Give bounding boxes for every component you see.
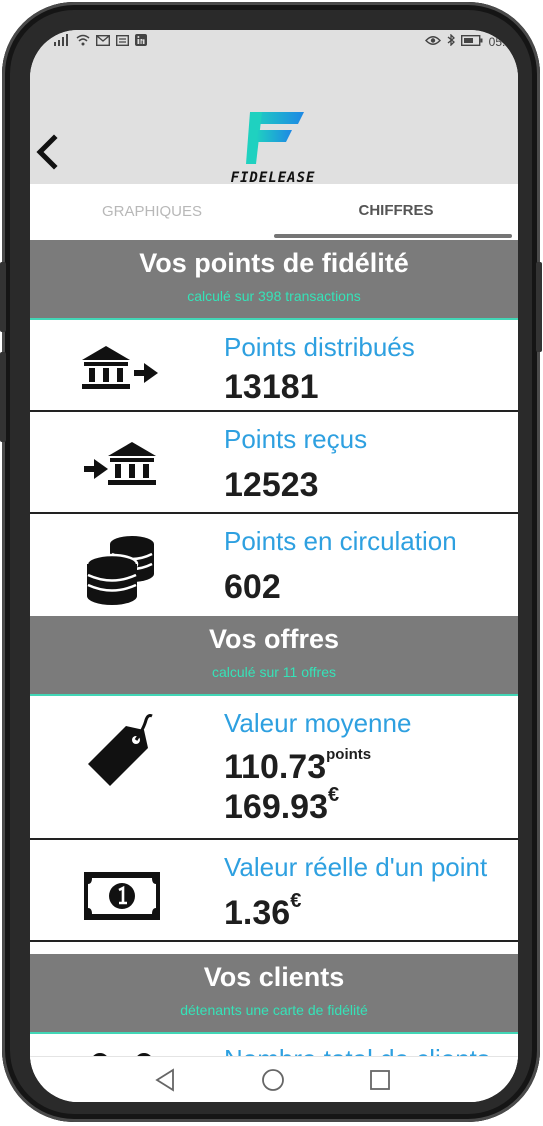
stat-label: Points distribués	[224, 332, 415, 362]
signal-icon	[54, 34, 70, 49]
section-title: Vos clients	[203, 962, 345, 992]
active-tab-indicator	[274, 234, 512, 238]
status-bar: 05:0	[30, 30, 518, 54]
coins-icon	[84, 534, 160, 611]
bank-out-icon	[78, 344, 162, 397]
screen: 05:0 FIDELEASE GRAPHIQUES CHIFFRES Vos p…	[30, 30, 518, 1102]
section-title: Vos points de fidélité	[139, 248, 409, 278]
price-tag-icon	[86, 714, 158, 795]
stat-points-distribues: Points distribués 13181	[30, 320, 518, 412]
stat-label: Valeur réelle d'un point	[224, 852, 488, 882]
tab-chiffres[interactable]: CHIFFRES	[274, 184, 518, 240]
stat-label: Valeur moyenne	[224, 708, 412, 738]
unit-points: points	[326, 746, 372, 763]
back-arrow-icon[interactable]	[34, 134, 60, 170]
linkedin-icon	[135, 34, 147, 49]
battery-icon	[460, 34, 483, 49]
home-circle-icon[interactable]	[260, 1067, 286, 1093]
section-subtitle: calculé sur 11 offres	[212, 664, 336, 680]
volume-button	[0, 262, 6, 332]
stat-label: Points reçus	[224, 424, 368, 454]
stat-value: 1.36€	[224, 890, 301, 933]
side-button-right	[536, 262, 542, 352]
stat-value: 602	[224, 568, 281, 606]
value-amount: 1.36	[224, 894, 291, 932]
section-subtitle: détenants une carte de fidélité	[180, 1002, 368, 1018]
section-subtitle: calculé sur 398 transactions	[187, 288, 361, 304]
bluetooth-icon	[447, 33, 455, 49]
app-header: FIDELEASE	[30, 54, 518, 186]
stat-value: 13181	[224, 368, 319, 406]
fidelease-logo-icon	[246, 112, 306, 164]
clock-time: 05:0	[488, 34, 512, 49]
gmail-icon	[95, 34, 111, 49]
section-offres-header: Vos offres calculé sur 11 offres	[30, 616, 518, 696]
stat-valeur-moyenne: Valeur moyenne 110.73points 169.93€	[30, 696, 518, 840]
stat-points-recus: Points reçus 12523	[30, 412, 518, 514]
eye-icon	[424, 35, 441, 49]
unit-euro: €	[290, 890, 302, 912]
stat-label: Points en circulation	[224, 526, 457, 556]
section-title: Vos offres	[208, 624, 340, 654]
power-button	[0, 352, 6, 442]
stat-valeur-point: Valeur réelle d'un point 1.36€	[30, 840, 518, 942]
section-points-header: Vos points de fidélité calculé sur 398 t…	[30, 240, 518, 320]
back-triangle-icon[interactable]	[153, 1067, 179, 1093]
tab-bar: GRAPHIQUES CHIFFRES	[30, 184, 518, 240]
stat-points-circulation: Points en circulation 602	[30, 514, 518, 612]
section-clients-header: Vos clients détenants une carte de fidél…	[30, 954, 518, 1034]
unit-euro: €	[328, 784, 340, 806]
system-nav-bar	[30, 1056, 518, 1102]
bank-in-icon	[78, 440, 162, 493]
recents-square-icon[interactable]	[367, 1067, 393, 1093]
banknote-icon	[82, 870, 162, 927]
phone-frame: 05:0 FIDELEASE GRAPHIQUES CHIFFRES Vos p…	[0, 2, 542, 1122]
value-points: 110.73	[224, 748, 327, 786]
stat-value: 12523	[224, 466, 319, 504]
wifi-icon	[76, 34, 90, 49]
message-icon	[115, 34, 130, 49]
value-euros: 169.93	[224, 788, 328, 826]
stat-value-euros: 169.93€	[224, 784, 339, 827]
stat-value-points: 110.73points	[224, 746, 372, 787]
tab-graphiques[interactable]: GRAPHIQUES	[30, 184, 274, 240]
